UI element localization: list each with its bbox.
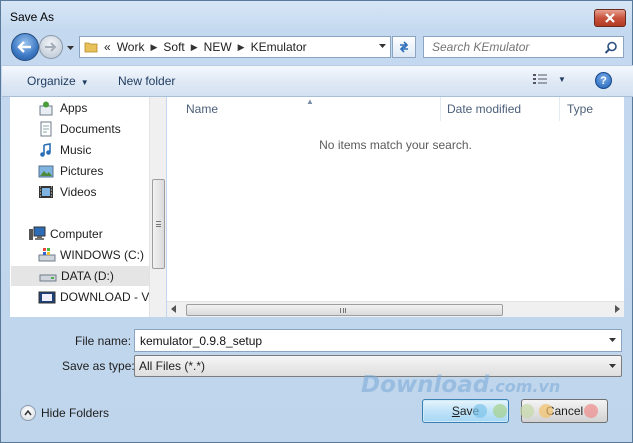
sidebar-item-apps[interactable]: Apps <box>10 98 150 118</box>
drive-c-icon <box>38 248 56 262</box>
chevron-down-icon <box>66 46 74 50</box>
breadcrumb-separator[interactable]: ▶ <box>238 42 245 53</box>
file-list: Name ▲ Date modified Type No items match… <box>167 97 624 317</box>
sidebar-item-label: Pictures <box>60 164 104 178</box>
chevron-down-icon[interactable] <box>609 338 616 342</box>
sidebar-item-label: Computer <box>50 227 103 241</box>
navigation-scrollbar[interactable] <box>149 97 166 317</box>
save-as-type-label: Save as type: <box>62 359 135 373</box>
drive-d-icon <box>39 274 57 282</box>
change-view-button[interactable]: ▼ <box>532 73 566 85</box>
hide-folders-button[interactable]: Hide Folders <box>20 405 109 421</box>
watermark-sub: .com.vn <box>489 377 561 396</box>
recent-pages-dropdown[interactable] <box>65 43 75 53</box>
chevron-down-icon <box>609 364 616 368</box>
decorative-dot <box>584 404 598 418</box>
refresh-icon <box>399 41 409 53</box>
file-name-input[interactable] <box>140 333 600 348</box>
column-divider[interactable] <box>559 97 560 121</box>
apps-icon <box>39 101 53 116</box>
sidebar-item-documents[interactable]: Documents <box>10 119 150 139</box>
music-icon <box>40 143 51 157</box>
file-name-label: File name: <box>75 334 132 348</box>
window-title: Save As <box>10 10 55 24</box>
search-box[interactable] <box>423 36 624 58</box>
back-button[interactable] <box>11 33 39 61</box>
help-icon: ? <box>600 74 607 87</box>
command-toolbar: Organize ▼ New folder ▼ ? <box>2 65 633 97</box>
sidebar-item-music[interactable]: Music <box>10 140 150 160</box>
decorative-dot <box>520 404 534 418</box>
scroll-left-icon[interactable] <box>171 305 177 313</box>
sidebar-item-windows-c[interactable]: WINDOWS (C:) <box>10 245 150 265</box>
scrollbar-thumb[interactable] <box>152 179 165 269</box>
navigation-pane: Apps Documents Music Pictures Videos Com… <box>10 97 166 317</box>
address-bar[interactable]: « Work ▶ Soft ▶ NEW ▶ KEmulator <box>79 36 391 58</box>
forward-button[interactable] <box>39 35 63 59</box>
decorative-dot <box>493 404 507 418</box>
chevron-down-icon: ▼ <box>80 78 89 87</box>
sidebar-item-label: WINDOWS (C:) <box>60 248 144 262</box>
sidebar-item-videos[interactable]: Videos <box>10 182 150 202</box>
hide-folders-label: Hide Folders <box>41 406 110 420</box>
watermark-main: Download <box>361 372 490 398</box>
grip-icon <box>340 308 346 313</box>
column-header-type[interactable]: Type <box>567 97 593 121</box>
organize-label: Organize <box>27 74 76 88</box>
breadcrumb-work[interactable]: Work <box>117 40 145 54</box>
view-details-icon <box>533 74 547 84</box>
sidebar-item-label: DOWNLOAD - VI <box>60 290 153 304</box>
drive-download-icon <box>38 291 56 304</box>
organize-menu-button[interactable]: Organize ▼ <box>27 74 89 88</box>
close-icon <box>605 13 615 23</box>
sidebar-item-label: Apps <box>60 101 88 115</box>
sidebar-item-label: Videos <box>60 185 97 199</box>
sidebar-item-label: Music <box>60 143 92 157</box>
sidebar-item-data-d[interactable]: DATA (D:) <box>11 266 149 286</box>
chevron-up-icon <box>20 405 36 421</box>
arrow-right-icon <box>45 42 57 52</box>
scrollbar-thumb[interactable] <box>186 304 503 316</box>
save-as-dialog: Save As « Work ▶ Soft ▶ NEW ▶ KEmulator <box>0 0 633 443</box>
column-header-date-modified[interactable]: Date modified <box>447 97 521 121</box>
column-divider[interactable] <box>440 97 441 121</box>
sidebar-item-pictures[interactable]: Pictures <box>10 161 150 181</box>
help-button[interactable]: ? <box>595 72 612 89</box>
videos-icon <box>39 186 53 198</box>
refresh-button[interactable] <box>392 36 416 58</box>
search-icon[interactable] <box>604 41 618 55</box>
breadcrumb-new[interactable]: NEW <box>204 40 232 54</box>
sidebar-item-label: Documents <box>60 122 121 136</box>
breadcrumb-soft[interactable]: Soft <box>163 40 184 54</box>
new-folder-button[interactable]: New folder <box>118 74 175 88</box>
chevron-down-icon[interactable] <box>379 44 386 48</box>
sort-caret-icon: ▲ <box>306 97 314 106</box>
column-header-name[interactable]: Name <box>186 97 218 121</box>
decorative-dot <box>539 404 553 418</box>
save-as-type-value: All Files (*.*) <box>139 359 206 373</box>
breadcrumb-separator[interactable]: ▶ <box>191 42 198 53</box>
breadcrumb-separator[interactable]: ▶ <box>150 42 157 53</box>
arrow-left-icon <box>17 41 31 53</box>
watermark-logo: Download.com.vn <box>361 372 560 398</box>
search-input[interactable] <box>432 40 602 54</box>
title-bar: Save As <box>1 1 632 31</box>
empty-message: No items match your search. <box>319 138 472 152</box>
computer-icon <box>29 226 46 240</box>
sidebar-item-label: DATA (D:) <box>61 269 114 283</box>
sidebar-item-computer[interactable]: Computer <box>10 224 150 244</box>
horizontal-scrollbar[interactable] <box>167 301 624 317</box>
scroll-right-icon[interactable] <box>614 305 620 313</box>
sidebar-item-download[interactable]: DOWNLOAD - VI <box>10 287 153 307</box>
decorative-dot <box>473 404 487 418</box>
grip-icon <box>156 221 161 227</box>
breadcrumb-overflow[interactable]: « <box>104 40 111 54</box>
chevron-down-icon[interactable]: ▼ <box>558 75 566 84</box>
file-name-combobox[interactable] <box>134 329 622 352</box>
close-button[interactable] <box>594 9 626 27</box>
documents-icon <box>40 121 52 137</box>
folder-icon <box>84 42 98 53</box>
pictures-icon <box>38 165 54 178</box>
breadcrumb-kemulator[interactable]: KEmulator <box>251 40 307 54</box>
